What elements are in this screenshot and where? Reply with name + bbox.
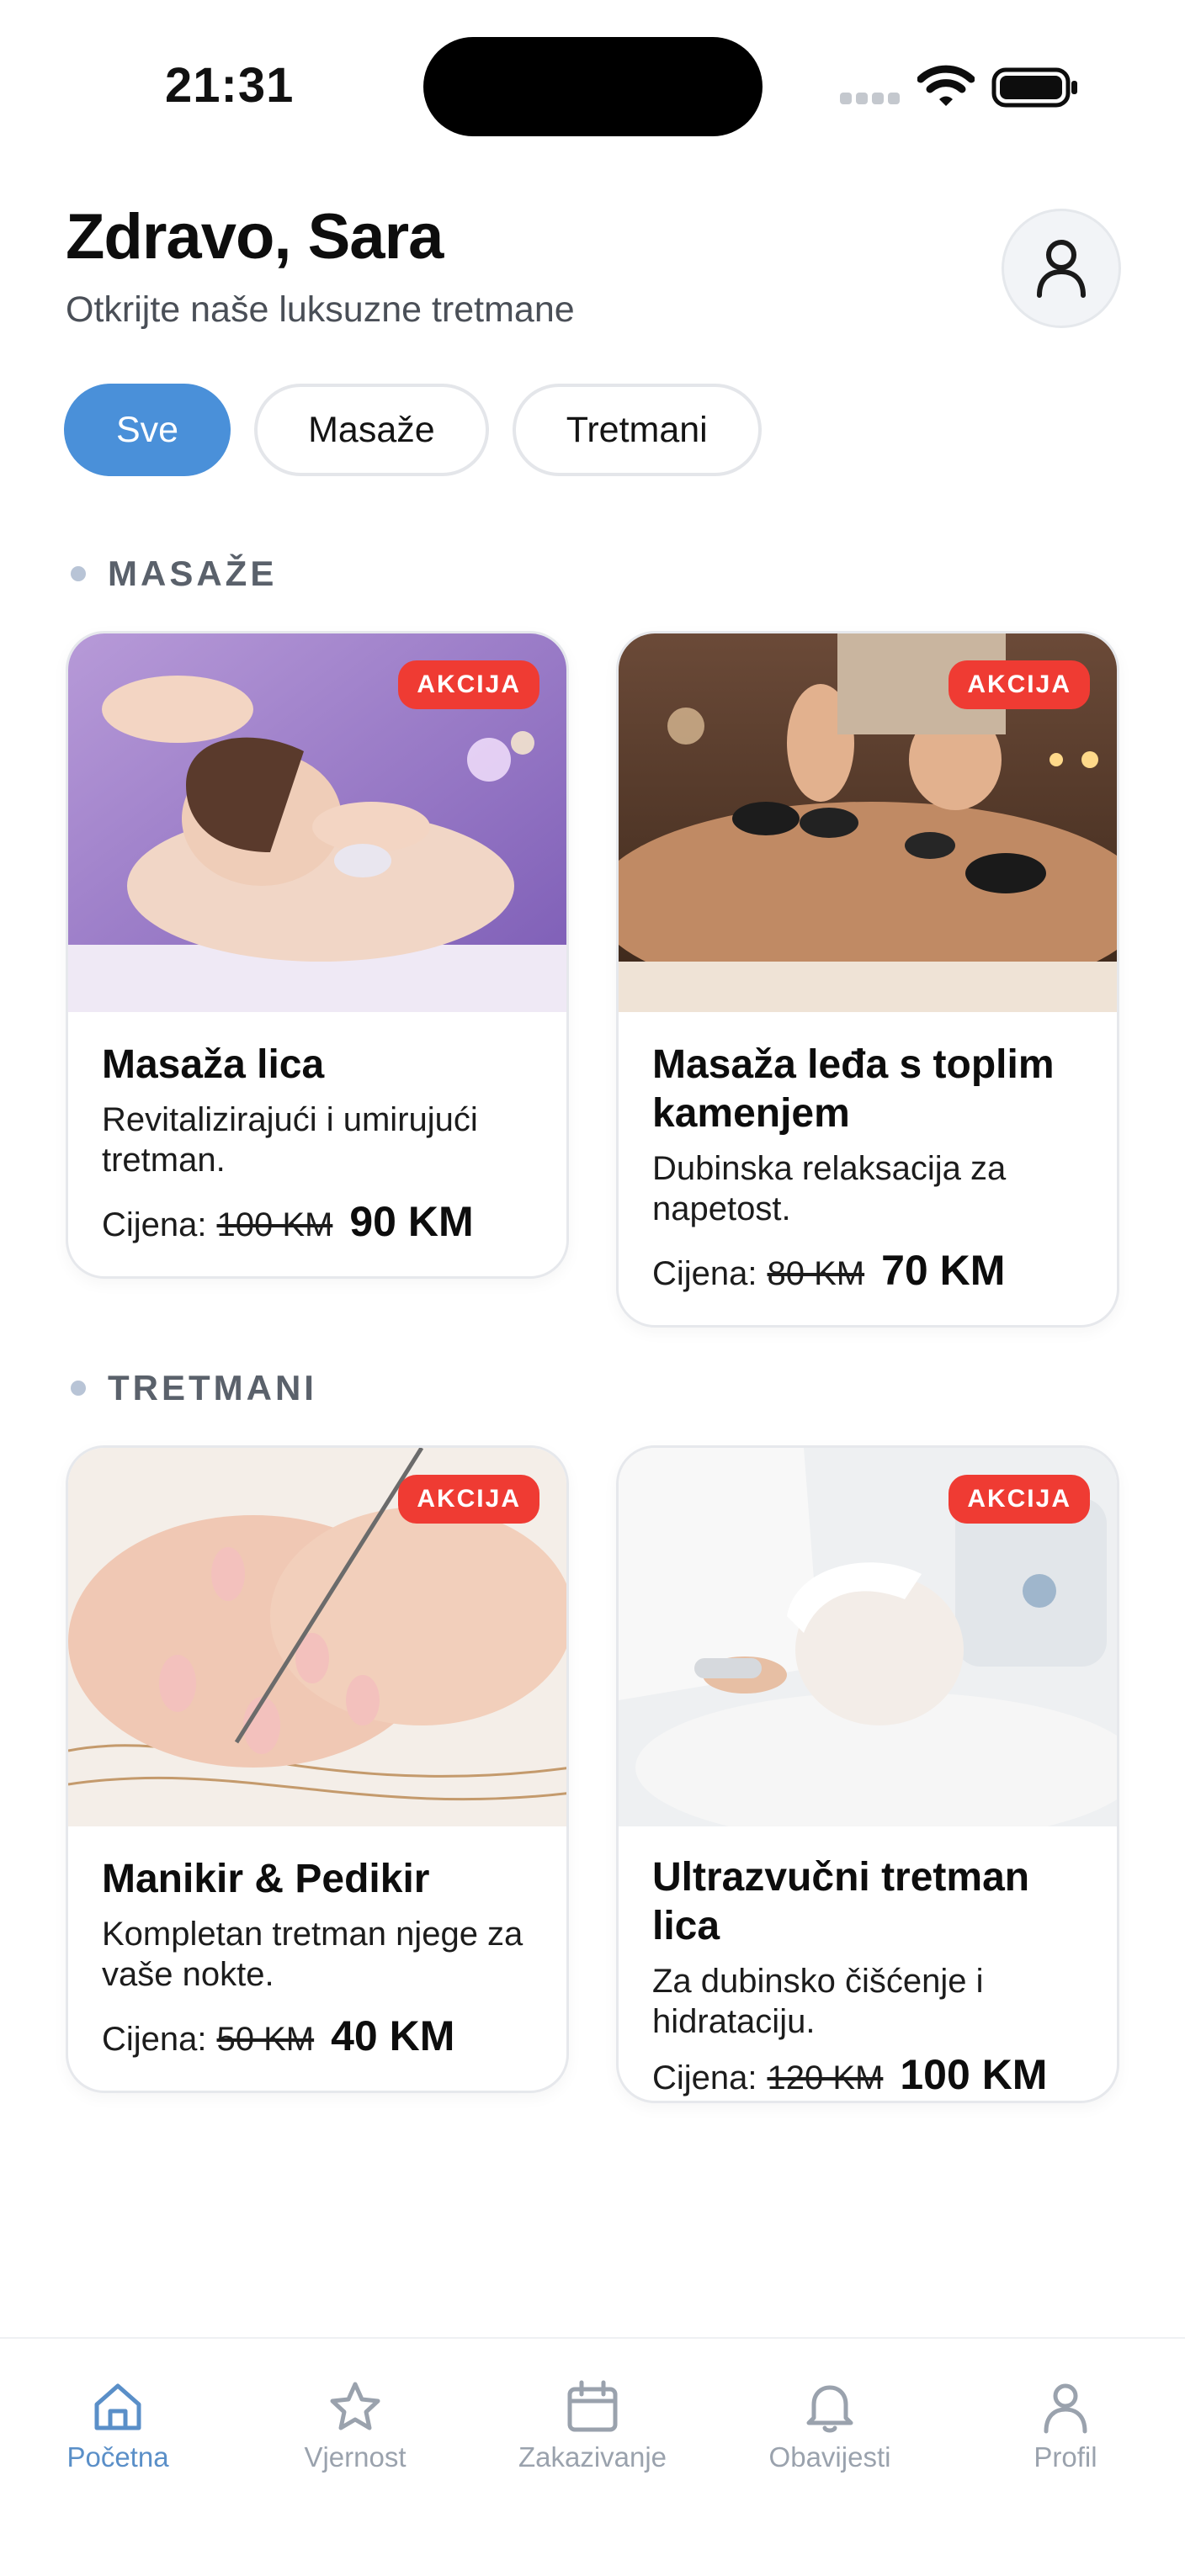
sale-badge: AKCIJA (398, 660, 539, 709)
filter-chip-all[interactable]: Sve (64, 384, 231, 476)
price-label: Cijena: (652, 1255, 757, 1292)
sale-badge: AKCIJA (949, 1475, 1090, 1524)
service-description: Kompletan tretman njege za vaše nokte. (102, 1916, 523, 1993)
calendar-icon (567, 2380, 618, 2432)
service-title: Masaža leđa s toplim kamenjem (652, 1042, 1055, 1136)
status-time: 21:31 (165, 58, 295, 113)
section-title: MASAŽE (108, 554, 278, 593)
nav-item-loyalty[interactable]: Vjernost (246, 2379, 465, 2473)
service-description: Revitalizirajući i umirujući tretman. (102, 1101, 478, 1179)
wifi-icon (917, 65, 975, 106)
home-icon (94, 2383, 141, 2430)
status-bar: 21:31 (0, 0, 1185, 168)
nav-item-profile[interactable]: Profil (956, 2379, 1175, 2473)
nav-label: Obavijesti (768, 2441, 891, 2473)
new-price: 100 KM (900, 2051, 1048, 2098)
sale-badge: AKCIJA (398, 1475, 539, 1524)
service-image-facial-massage: AKCIJA (68, 633, 566, 1012)
price-label: Cijena: (102, 2021, 207, 2058)
nav-label: Profil (1034, 2441, 1097, 2473)
price-label: Cijena: (652, 2059, 757, 2096)
service-title: Manikir & Pedikir (102, 1857, 430, 1901)
nav-item-booking[interactable]: Zakazivanje (483, 2379, 702, 2473)
user-icon (1044, 2383, 1087, 2434)
service-image-hot-stone-massage: AKCIJA (619, 633, 1117, 1012)
old-price: 120 KM (767, 2059, 884, 2096)
user-icon (1037, 240, 1086, 298)
greeting-subtitle: Otkrijte naše luksuzne tretmane (66, 289, 575, 330)
profile-avatar-button[interactable] (1002, 209, 1121, 328)
section-title: TRETMANI (108, 1368, 317, 1407)
service-card-hot-stone-massage[interactable]: AKCIJA Masaža leđa s toplim kamenjem Dub… (616, 631, 1119, 1328)
service-description: Za dubinsko čišćenje i hidrataciju. (652, 1963, 984, 2040)
sale-badge: AKCIJA (949, 660, 1090, 709)
old-price: 100 KM (216, 1206, 333, 1243)
service-price: Cijena: 120 KM 100 KM (652, 2050, 1083, 2099)
filter-chip-massages[interactable]: Masaže (254, 384, 489, 476)
nav-label: Početna (66, 2441, 169, 2473)
filter-chip-treatments[interactable]: Tretmani (512, 384, 762, 476)
service-card-ultrasound-facial[interactable]: AKCIJA Ultrazvučni tretman lica Za dubin… (616, 1445, 1119, 2103)
old-price: 80 KM (767, 1255, 865, 1292)
new-price: 70 KM (881, 1247, 1006, 1294)
nav-item-home[interactable]: Početna (8, 2379, 227, 2473)
nav-label: Vjernost (304, 2441, 407, 2473)
dynamic-island (423, 37, 763, 136)
service-image-ultrasound-facial: AKCIJA (619, 1448, 1117, 1826)
price-label: Cijena: (102, 1206, 207, 1243)
service-card-manicure[interactable]: AKCIJA Manikir & Pedikir Kompletan tretm… (66, 1445, 569, 2093)
nav-label: Zakazivanje (518, 2441, 667, 2473)
service-card-facial-massage[interactable]: AKCIJA Masaža lica Revitalizirajući i um… (66, 631, 569, 1279)
nav-item-notifications[interactable]: Obavijesti (720, 2379, 939, 2473)
section-header-massages: MASAŽE (71, 554, 277, 594)
service-title: Ultrazvučni tretman lica (652, 1855, 1030, 1948)
cellular-signal-icon (840, 93, 901, 104)
new-price: 40 KM (331, 2012, 455, 2059)
bottom-nav: Početna Vjernost Zakazivanje Obavijesti … (0, 2337, 1185, 2576)
filter-chips: Sve Masaže Tretmani (64, 384, 762, 476)
service-title: Masaža lica (102, 1042, 325, 1087)
section-dot (71, 566, 86, 581)
service-price: Cijena: 80 KM 70 KM (652, 1246, 1083, 1295)
service-price: Cijena: 100 KM 90 KM (102, 1197, 533, 1246)
star-icon (330, 2382, 380, 2430)
greeting-title: Zdravo, Sara (66, 201, 444, 273)
bell-icon (806, 2385, 853, 2433)
service-image-manicure: AKCIJA (68, 1448, 566, 1826)
service-description: Dubinska relaksacija za napetost. (652, 1150, 1007, 1227)
section-dot (71, 1381, 86, 1396)
new-price: 90 KM (349, 1198, 474, 1245)
old-price: 50 KM (216, 2021, 315, 2058)
service-price: Cijena: 50 KM 40 KM (102, 2012, 533, 2060)
battery-icon (991, 67, 1077, 108)
section-header-treatments: TRETMANI (71, 1368, 317, 1408)
